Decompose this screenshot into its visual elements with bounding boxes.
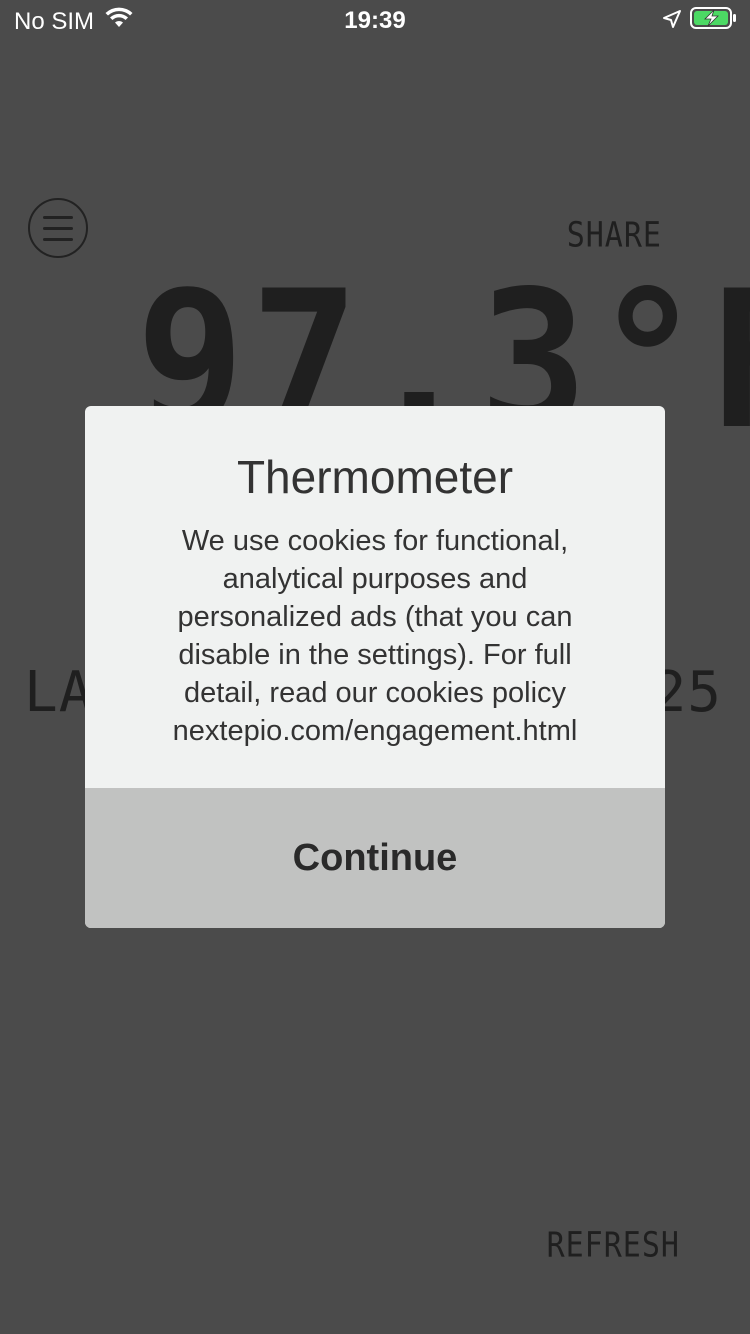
status-right <box>662 6 738 37</box>
battery-charging-icon <box>690 6 738 37</box>
dialog-message-line: personalized ads (that you can <box>177 601 573 633</box>
location-arrow-icon <box>662 8 682 36</box>
cookie-consent-dialog: Thermometer We use cookies for functiona… <box>85 406 665 928</box>
dialog-message-line: detail, read our cookies policy <box>183 677 567 709</box>
menu-bar-middle <box>43 227 73 230</box>
screen: No SIM 19:39 SHARE 97.3° LA 25 REFRESH T… <box>0 0 750 1334</box>
refresh-button[interactable]: REFRESH <box>547 1225 680 1265</box>
dialog-message-line: disable in the settings). For full <box>178 639 572 671</box>
status-time: 19:39 <box>344 7 406 34</box>
dialog-message-line: analytical purposes and <box>222 563 528 595</box>
menu-bar-bottom <box>43 238 73 241</box>
status-bar: No SIM 19:39 <box>0 0 750 40</box>
last-reading-label: LA <box>24 660 94 725</box>
hamburger-menu-icon[interactable] <box>28 198 88 258</box>
dialog-message: We use cookies for functional, analytica… <box>113 522 637 750</box>
cookies-policy-link[interactable]: nextepio.com/engagement.html <box>113 712 637 750</box>
dialog-message-line: We use cookies for functional, <box>181 525 569 557</box>
dialog-title: Thermometer <box>236 451 514 503</box>
menu-bar-top <box>43 216 73 219</box>
continue-button[interactable]: Continue <box>85 788 665 928</box>
